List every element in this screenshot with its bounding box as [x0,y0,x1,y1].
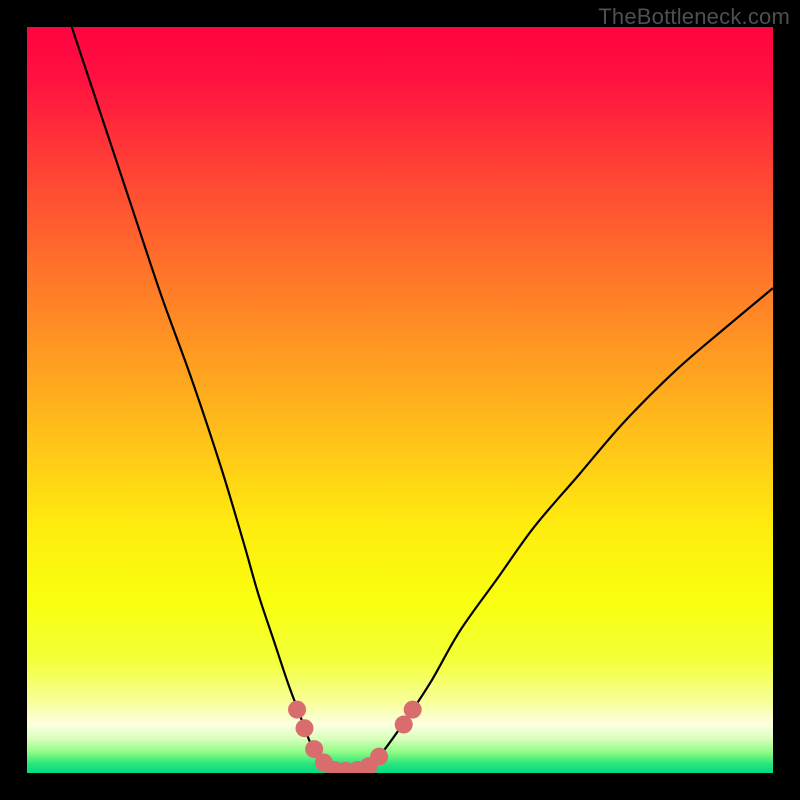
gradient-background [27,27,773,773]
chart-svg [27,27,773,773]
highlight-dot [370,748,388,766]
plot-area [27,27,773,773]
highlight-dot [296,719,314,737]
highlight-dot [288,701,306,719]
watermark-text: TheBottleneck.com [598,4,790,30]
highlight-dot [404,701,422,719]
highlight-dot [395,716,413,734]
chart-frame: TheBottleneck.com [0,0,800,800]
